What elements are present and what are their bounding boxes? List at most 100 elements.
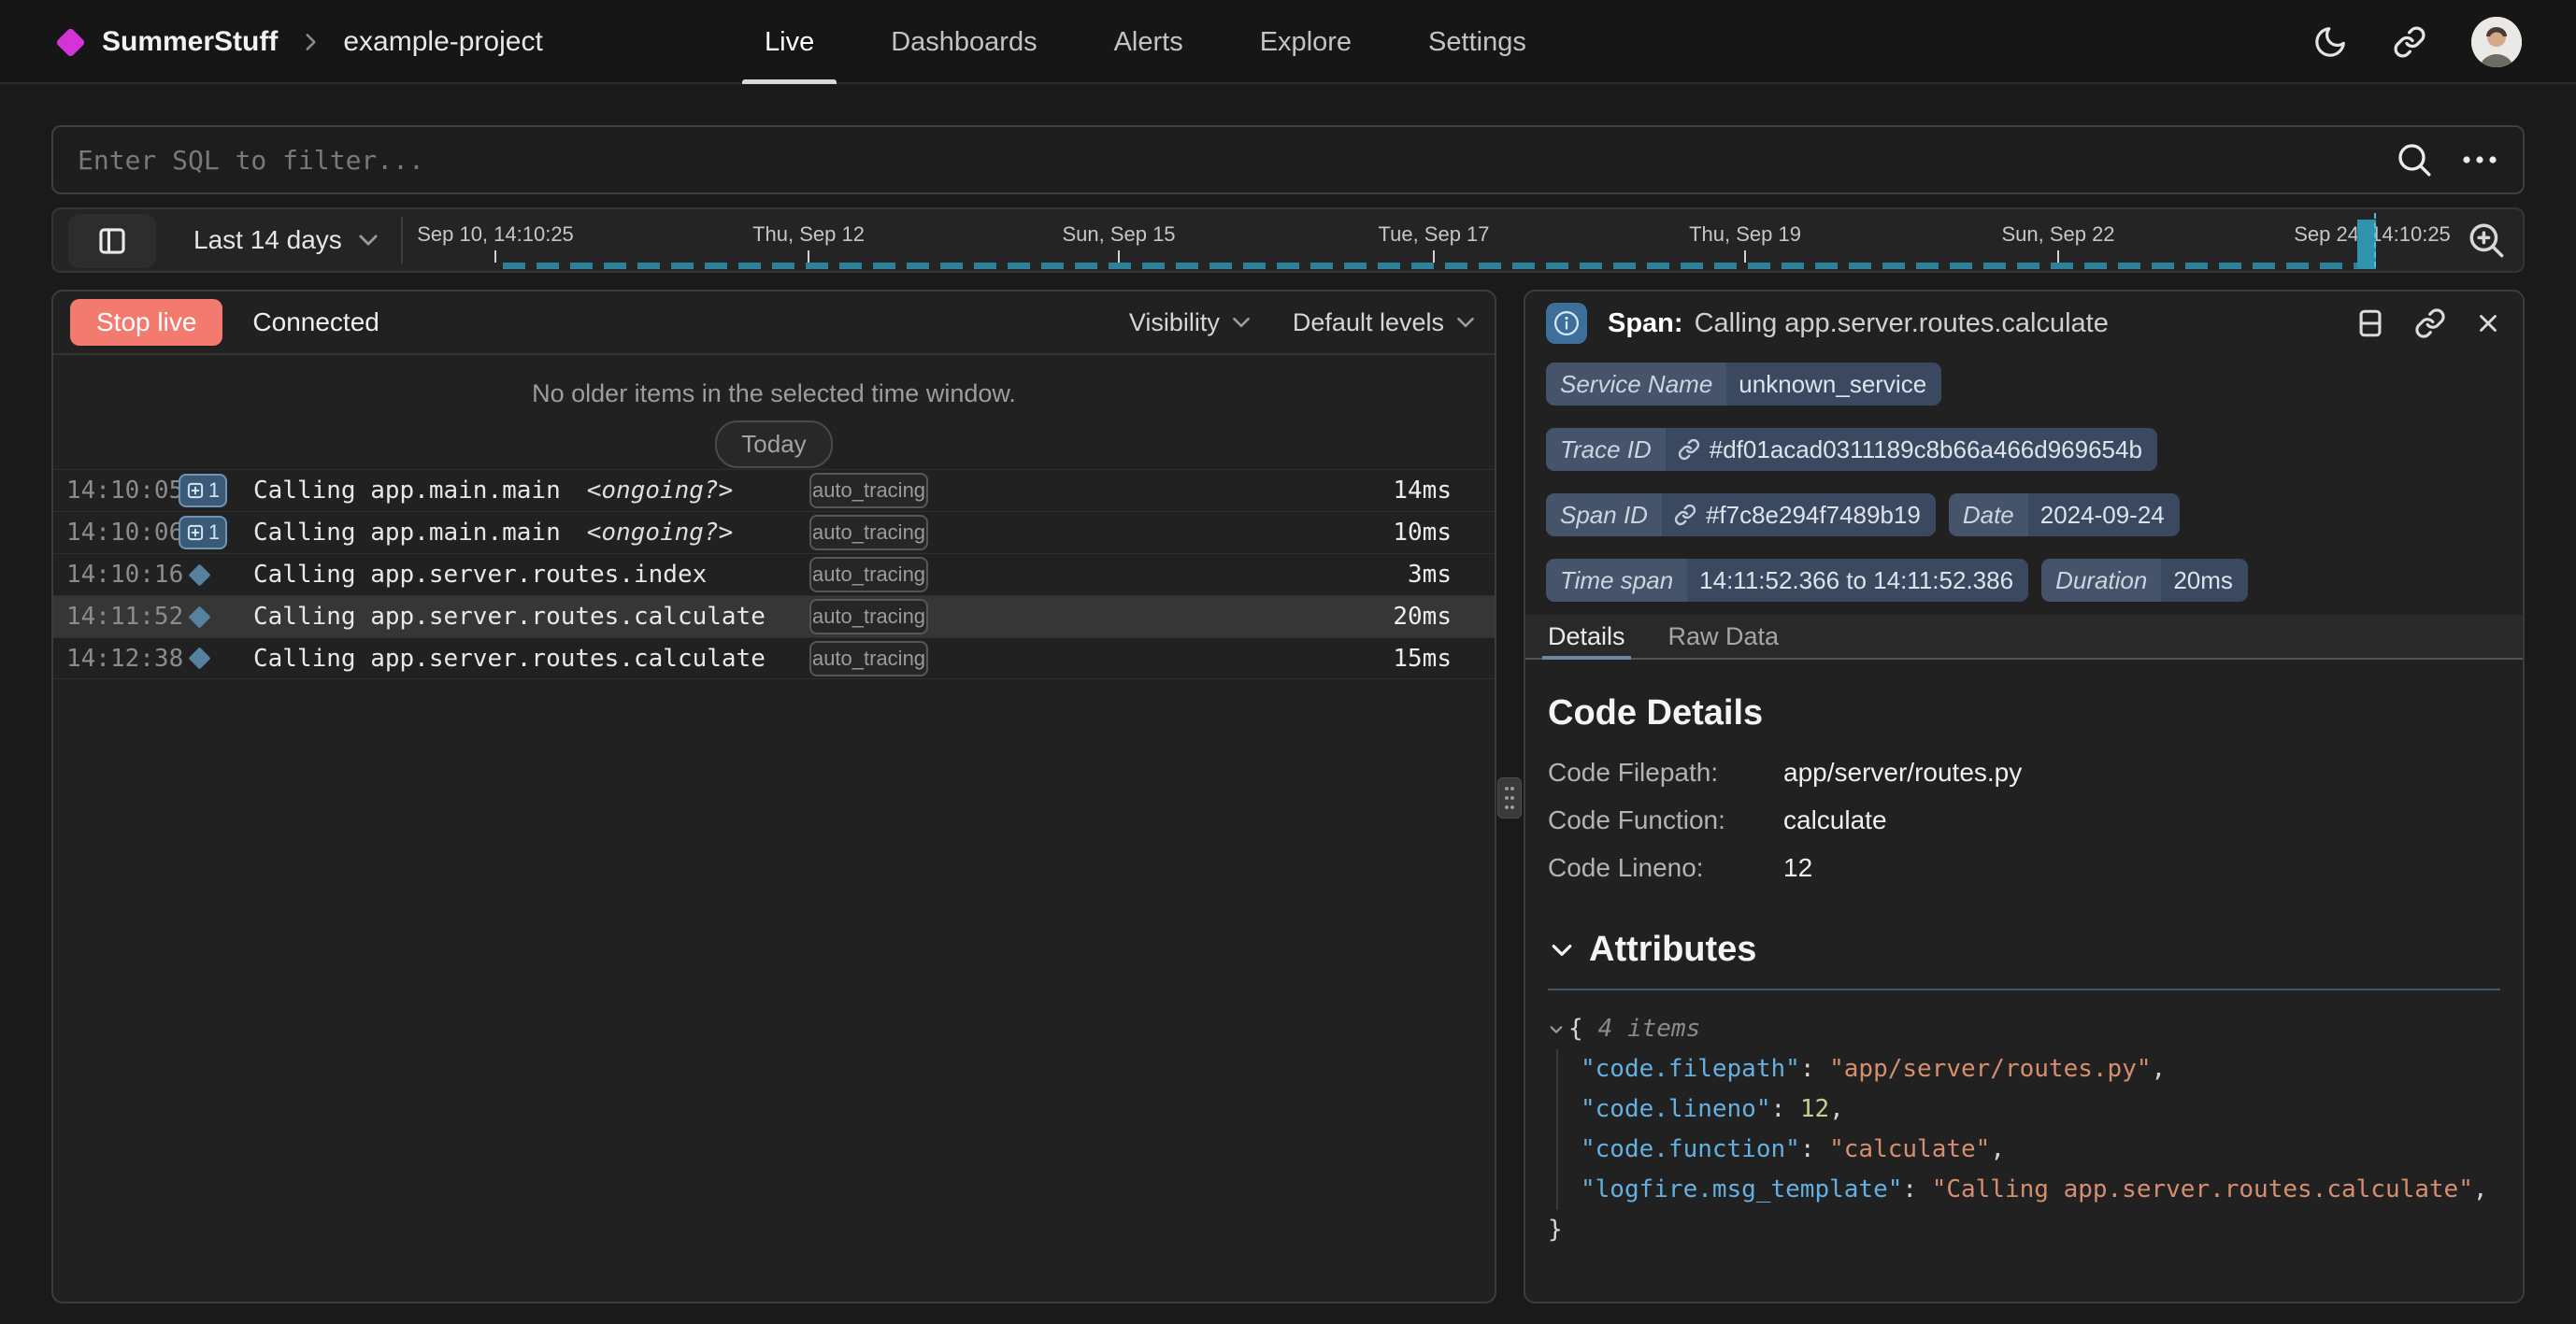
code-function-row: Code Function: calculate: [1548, 805, 2500, 835]
timeline-tick: [1433, 250, 1435, 263]
tab-dashboards[interactable]: Dashboards: [885, 0, 1042, 84]
chevron-down-icon: [1453, 310, 1478, 335]
log-message: Calling app.main.main: [253, 519, 561, 547]
ellipsis-icon[interactable]: [2461, 154, 2498, 165]
badge-value[interactable]: #df01acad0311189c8b66a466d969654b: [1666, 428, 2157, 471]
link-icon: [1674, 504, 1696, 526]
attributes-json-viewer: { 4 items "code.filepath": "app/server/r…: [1548, 1009, 2500, 1250]
ongoing-indicator: <ongoing?>: [587, 477, 734, 505]
span-bar-track: [943, 648, 1373, 669]
ongoing-indicator: <ongoing?>: [587, 519, 734, 547]
span-title-message: Calling app.server.routes.calculate: [1695, 308, 2109, 338]
avatar[interactable]: [2471, 17, 2522, 67]
default-levels-label: Default levels: [1293, 308, 1444, 337]
json-value: 12: [1800, 1095, 1829, 1123]
link-icon: [1678, 438, 1700, 461]
log-timestamp: 14:10:06: [66, 519, 177, 547]
chevron-down-icon: [1229, 310, 1253, 335]
tab-details[interactable]: Details: [1548, 615, 1625, 658]
span-title-prefix: Span:: [1608, 308, 1683, 338]
chevron-right-icon: [298, 30, 322, 54]
tab-raw-data[interactable]: Raw Data: [1668, 615, 1780, 658]
org-name[interactable]: SummerStuff: [102, 26, 278, 58]
stop-live-button[interactable]: Stop live: [70, 299, 222, 346]
link-icon[interactable]: [2393, 25, 2426, 59]
zoom-in-icon[interactable]: [2467, 209, 2506, 271]
span-duration: 3ms: [1373, 561, 1452, 589]
live-panel-header: Stop live Connected Visibility Default l…: [53, 292, 1495, 355]
date-badge: Date 2024-09-24: [1949, 493, 2180, 536]
detail-tabs: Details Raw Data: [1525, 615, 2523, 660]
timeline-activity-baseline: [503, 263, 2374, 269]
close-icon[interactable]: [2474, 309, 2502, 337]
log-row[interactable]: 14:10:06 1 Calling app.main.main <ongoin…: [53, 511, 1495, 553]
tab-live[interactable]: Live: [759, 0, 820, 84]
attributes-divider: [1548, 989, 2500, 990]
span-diamond-icon: [188, 563, 210, 586]
empty-window-notice: No older items in the selected time wind…: [53, 355, 1495, 469]
visibility-label: Visibility: [1129, 308, 1220, 337]
badge-value[interactable]: #f7c8e294f7489b19: [1662, 493, 1936, 536]
span-bar-track: [943, 522, 1373, 543]
default-levels-dropdown[interactable]: Default levels: [1293, 308, 1478, 337]
json-key: "logfire.msg_template": [1581, 1175, 1902, 1203]
visibility-dropdown[interactable]: Visibility: [1129, 308, 1253, 337]
json-entry: "code.function": "calculate",: [1581, 1130, 2500, 1170]
attributes-section-header[interactable]: Attributes: [1548, 930, 2500, 970]
timeline-tick-label: Tue, Sep 17: [1378, 222, 1489, 247]
json-collapse-icon[interactable]: [1548, 1021, 1565, 1038]
link-icon[interactable]: [2414, 307, 2446, 339]
project-name[interactable]: example-project: [343, 26, 542, 58]
timeline-tick: [2057, 250, 2059, 263]
trace-expand-badge[interactable]: 1: [179, 516, 227, 549]
brand-diamond-icon: [55, 27, 86, 58]
log-message: Calling app.main.main: [253, 477, 561, 505]
main-nav-tabs: Live Dashboards Alerts Explore Settings: [759, 0, 1532, 84]
nav-actions: [2312, 0, 2522, 84]
search-icon[interactable]: [2396, 141, 2433, 178]
span-bar-track: [943, 564, 1373, 585]
panel-resize-handle[interactable]: [1497, 777, 1522, 819]
tag-auto-tracing: auto_tracing: [809, 599, 928, 634]
top-nav: SummerStuff example-project Live Dashboa…: [0, 0, 2576, 84]
tab-settings[interactable]: Settings: [1423, 0, 1532, 84]
json-value: "Calling app.server.routes.calculate": [1932, 1175, 2473, 1203]
timeline-tick: [808, 250, 809, 263]
span-detail-header: Span: Calling app.server.routes.calculate: [1525, 292, 2523, 355]
span-id-badge: Span ID #f7c8e294f7489b19: [1546, 493, 1936, 536]
sidebar-toggle-icon[interactable]: [68, 214, 156, 268]
tag-auto-tracing: auto_tracing: [809, 473, 928, 508]
tag-auto-tracing: auto_tracing: [809, 557, 928, 592]
tab-alerts[interactable]: Alerts: [1109, 0, 1189, 84]
timeline-cursor-line: [2374, 213, 2376, 267]
connection-status: Connected: [252, 307, 379, 337]
duration-badge: Duration 20ms: [2041, 559, 2248, 602]
badge-label: Service Name: [1546, 363, 1726, 406]
tag-auto-tracing: auto_tracing: [809, 641, 928, 676]
json-entry: "logfire.msg_template": "Calling app.ser…: [1581, 1170, 2500, 1210]
log-timestamp: 14:10:05: [66, 477, 177, 505]
log-row[interactable]: 14:10:16 Calling app.server.routes.index…: [53, 553, 1495, 595]
log-row[interactable]: 14:10:05 1 Calling app.main.main <ongoin…: [53, 469, 1495, 511]
span-diamond-icon: [188, 647, 210, 669]
moon-icon[interactable]: [2312, 24, 2348, 60]
log-timestamp: 14:10:16: [66, 561, 177, 589]
time-range-dropdown[interactable]: Last 14 days: [193, 209, 381, 271]
tab-explore[interactable]: Explore: [1254, 0, 1357, 84]
empty-window-message: No older items in the selected time wind…: [53, 379, 1495, 408]
log-row-selected[interactable]: 14:11:52 Calling app.server.routes.calcu…: [53, 595, 1495, 637]
time-span-badge: Time span 14:11:52.366 to 14:11:52.386: [1546, 559, 2028, 602]
split-panel-icon[interactable]: [2354, 307, 2386, 339]
log-row[interactable]: 14:12:38 Calling app.server.routes.calcu…: [53, 637, 1495, 679]
trace-expand-badge[interactable]: 1: [179, 474, 227, 507]
today-button[interactable]: Today: [715, 420, 832, 468]
sql-filter-input[interactable]: [78, 145, 2396, 176]
trace-id-value: #df01acad0311189c8b66a466d969654b: [1710, 437, 2142, 462]
span-duration: 10ms: [1373, 519, 1452, 547]
json-value: "app/server/routes.py": [1829, 1055, 2151, 1083]
time-range-bar: Last 14 days Sep 10, 14:10:25 Thu, Sep 1…: [51, 207, 2525, 273]
badge-value: 20ms: [2161, 559, 2248, 602]
span-id-value: #f7c8e294f7489b19: [1706, 503, 1921, 527]
chevron-down-icon: [1548, 936, 1576, 964]
span-bar-track: [943, 480, 1373, 501]
